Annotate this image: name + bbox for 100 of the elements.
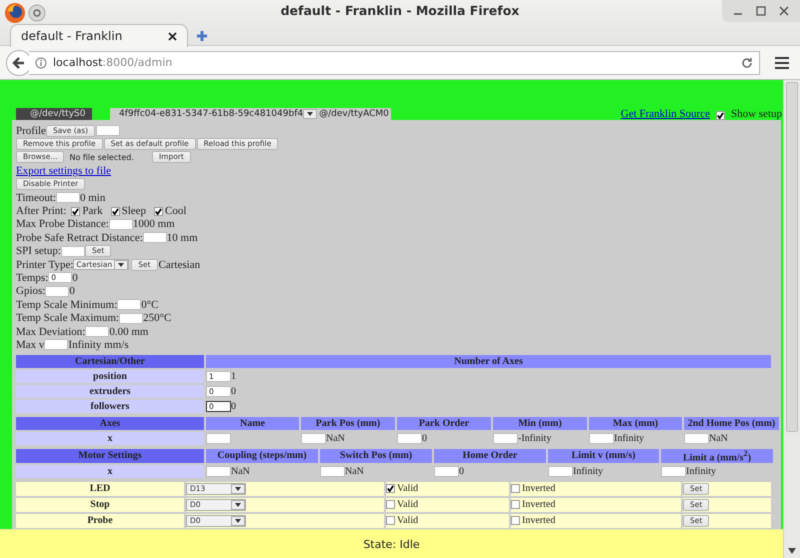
input-field[interactable] [45,286,70,297]
value-text: 0.00 mm [109,326,148,338]
value-text: -Infinity [518,432,552,444]
input-field[interactable] [60,246,85,257]
checkbox[interactable] [386,500,395,510]
row-label: followers [16,400,204,413]
printer-tab[interactable]: @/dev/ttyS0 [16,108,92,120]
status-text: State: Idle [363,538,420,550]
column-header: Limit a (mm/s$^{2}$) [661,448,773,463]
info-icon[interactable] [35,56,47,68]
checkbox[interactable] [386,484,395,494]
reload-icon[interactable] [741,56,753,68]
row-label: Probe [16,514,184,528]
scroll-down-icon[interactable] [787,547,797,555]
input-field[interactable] [56,192,80,204]
value-text: NaN [345,466,364,477]
checkbox[interactable] [511,500,520,510]
field-label: After Print: [16,205,66,218]
value-text: Cartesian [158,258,200,271]
export-link[interactable]: Export settings to file [16,164,112,177]
input-field[interactable] [44,339,68,350]
value-text: 0 min [80,192,106,204]
checkbox-label: Sleep [122,205,146,218]
input-field[interactable] [301,432,326,444]
checkbox-label: Inverted [522,499,556,510]
checkbox[interactable] [386,516,395,526]
scrollbar[interactable] [783,80,800,558]
value-text: 0 [459,466,464,477]
field-label: Temp Scale Maximum: [16,312,120,324]
input-field[interactable] [493,432,518,444]
column-header: Coupling (steps/mm) [206,448,318,463]
input-field[interactable] [434,466,459,477]
menu-circle-icon[interactable] [28,4,46,22]
input-field[interactable] [85,326,110,338]
row-label: Stop [16,498,184,512]
input-field[interactable] [206,466,231,477]
input-field[interactable] [661,466,686,477]
arrow-left-icon[interactable] [12,56,26,70]
address-field[interactable]: localhost:8000/admin [29,50,760,74]
caret-icon[interactable] [118,262,124,267]
value-text: 0 [69,285,75,298]
caret-icon[interactable] [235,518,241,523]
value-text: Infinity [614,432,644,444]
column-header: Min (mm) [493,416,587,430]
column-header: Max (mm) [589,416,682,430]
column-header: Park Order [397,416,491,430]
input-field[interactable] [96,125,120,136]
browser-tab[interactable]: default - Franklin [10,24,188,47]
uuid-select[interactable]: 4f9ffc04-e831-5347-61b8-59c481049bf4 [119,108,318,120]
row-label: extruders [16,384,204,398]
port-label: @/dev/ttyACM0 [319,108,389,120]
value-text: NaN [231,466,250,477]
input-field[interactable] [108,218,133,230]
input-field[interactable] [589,432,614,444]
source-link[interactable]: Get Franklin Source [620,108,710,120]
checkbox[interactable] [511,516,520,526]
field-label: Printer Type: [16,258,74,271]
caret-icon[interactable] [235,486,241,491]
field-label: Probe Safe Retract Distance: [16,232,143,244]
value-text: Infinity [573,466,603,477]
field-label: Gpios: [16,285,46,298]
checkbox[interactable] [716,111,725,120]
field-label: Timeout: [16,192,56,204]
column-header: Switch Pos (mm) [320,448,432,463]
value-text: 1 [231,370,236,382]
input-field[interactable] [548,466,573,477]
input-field[interactable] [320,466,345,477]
checkbox[interactable] [71,206,80,216]
value-text: 10 mm [166,232,198,244]
column-header: Axes [16,416,204,430]
printer-tab[interactable]: 4f9ffc04-e831-5347-61b8-59c481049bf4 @/dev/ttyACM0 [110,108,391,120]
input-field[interactable] [117,299,142,310]
input-field[interactable] [684,432,709,444]
caret-icon[interactable] [235,502,241,507]
plus-icon[interactable] [196,30,208,42]
input-field[interactable] [142,232,167,244]
input-field[interactable] [206,432,231,444]
checkbox-label: Park [82,205,103,218]
value-text: NaN [709,432,728,444]
checkbox[interactable] [154,206,164,216]
maximize-icon[interactable] [756,6,766,16]
caret-icon[interactable] [307,112,314,116]
column-header: Name [206,416,299,430]
field-label: Max Probe Distance: [16,218,109,230]
checkbox[interactable] [110,206,120,216]
value-text: Infinity [686,466,716,477]
input-field[interactable] [119,312,144,324]
menu-icon[interactable] [774,56,790,70]
checkbox[interactable] [511,484,520,494]
value-text: NaN [326,432,345,444]
browser-logo-icon [4,2,26,24]
input-field[interactable] [397,432,422,444]
value-text: 250°C [143,312,172,324]
row-label: position [16,370,204,383]
checkbox-label: Valid [397,483,418,494]
column-header: Number of Axes [206,354,771,368]
value-text: 0°C [141,298,159,311]
close-icon[interactable] [168,32,177,40]
field-label: Max v [16,338,44,351]
column-header: Park Pos (mm) [301,416,395,430]
